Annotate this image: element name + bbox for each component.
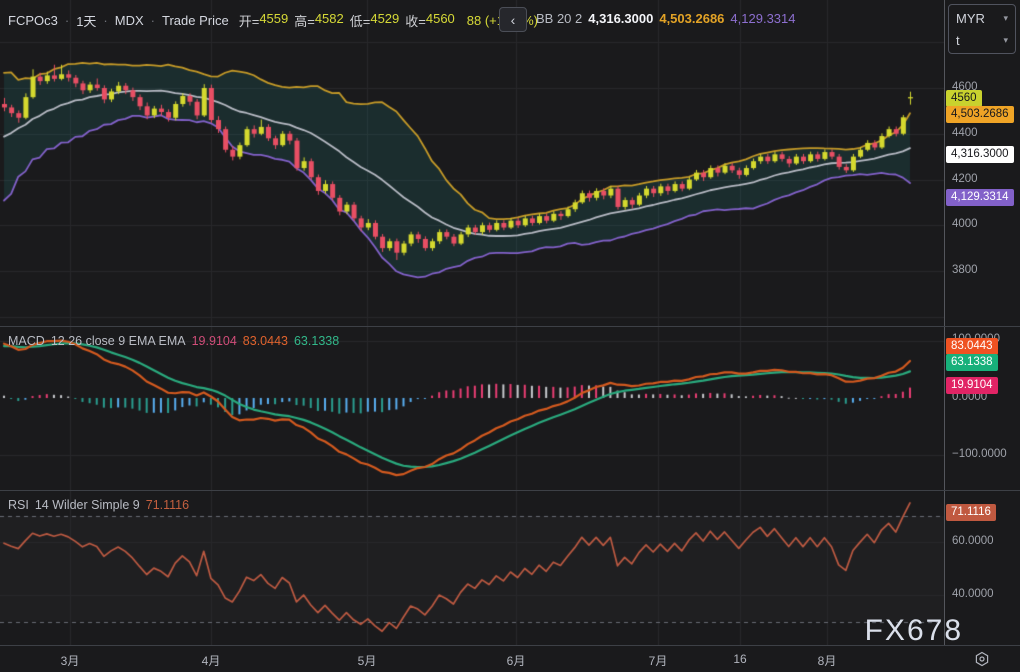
axis-price-badge: 83.0443 [946,338,998,355]
bb-title: BB 20 2 [536,11,582,26]
axis-tick-label: 3800 [952,264,978,276]
time-axis-label: 8月 [818,652,837,669]
axis-price-badge: 71.1116 [946,504,996,521]
macd-signal-value: 63.1338 [294,334,339,348]
macd-title: MACD [8,334,45,348]
legend-collapse-button[interactable]: ‹ [499,7,527,32]
macd-pane-canvas[interactable] [0,326,944,490]
bollinger-legend: BB 20 2 4,316.3000 4,503.2686 4,129.3314 [536,11,796,26]
legend-separator: · [65,13,69,28]
axis-tick-label: 4200 [952,173,978,185]
time-axis[interactable]: 3月 4月 5月 6月 7月 16 8月 [0,646,1020,672]
rsi-legend: RSI 14 Wilder Simple 9 71.1116 [8,498,189,512]
unit-value: t [956,33,960,48]
axis-tick-label: 60.0000 [952,535,994,547]
ohlc-item: 开=4559 [239,11,289,30]
ohlc-item: 高=4582 [294,11,344,30]
chevron-down-icon: ▾ [1003,35,1008,46]
axis-unit-box: MYR ▾ t ▾ [948,4,1016,54]
rsi-value: 71.1116 [146,498,189,512]
time-axis-label: 7月 [649,652,668,669]
ohlc-item: 低=4529 [350,11,400,30]
time-axis-label: 5月 [358,652,377,669]
fx678-watermark: FX678 [865,614,963,648]
unit-dropdown[interactable]: t ▾ [949,30,1015,50]
ohlc-label: 收= [405,11,426,30]
rsi-pane-canvas[interactable] [0,490,944,645]
axis-tick-label: 4000 [952,218,978,230]
price-pane-canvas[interactable] [0,0,944,326]
time-axis-settings-icon[interactable] [974,651,990,667]
interval-label: 1天 [76,11,96,30]
bb-upper-value: 4,503.2686 [659,11,724,26]
ohlc-label: 高= [294,11,315,30]
ohlc-value: 4582 [315,11,344,30]
ohlc-item: 收=4560 [405,11,455,30]
ohlc-value: 4529 [370,11,399,30]
pane-separator-rsi[interactable] [0,490,1020,491]
axis-price-badge: 4,503.2686 [946,106,1014,123]
axis-price-badge: 4560 [946,90,982,107]
time-axis-label: 16 [733,652,746,666]
axis-price-badge: 19.9104 [946,377,998,394]
axis-price-badge: 63.1338 [946,354,998,371]
ohlc-value: 4560 [426,11,455,30]
chevron-down-icon: ▾ [1003,13,1008,24]
ohlc-label: 低= [350,11,371,30]
currency-value: MYR [956,11,985,26]
axis-tick-label: 4400 [952,127,978,139]
time-axis-label: 3月 [61,652,80,669]
legend-separator: · [151,13,155,28]
axis-price-badge: 4,129.3314 [946,189,1014,206]
macd-params: 12 26 close 9 EMA EMA [51,334,186,348]
macd-hist-value: 19.9104 [192,334,237,348]
macd-line-value: 83.0443 [243,334,288,348]
price-legend: FCPOc3 · 1天 · MDX · Trade Price 开=4559 高=… [8,11,538,30]
macd-legend: MACD 12 26 close 9 EMA EMA 19.9104 83.04… [8,334,339,348]
price-axis[interactable]: 46004400420040003800100.00000.0000−100.0… [945,0,1020,645]
time-axis-label: 6月 [507,652,526,669]
price-type-label: Trade Price [162,13,229,28]
ohlc-value: 4559 [259,11,288,30]
rsi-title: RSI [8,498,29,512]
axis-tick-label: −100.0000 [952,448,1007,460]
axis-price-badge: 4,316.3000 [946,146,1014,163]
time-axis-label: 4月 [202,652,221,669]
axis-tick-label: 40.0000 [952,588,994,600]
ohlc-label: 开= [239,11,260,30]
rsi-params: 14 Wilder Simple 9 [35,498,140,512]
ohlc-values: 开=4559 高=4582 低=4529 收=4560 [239,11,461,30]
pane-separator-macd[interactable] [0,326,1020,327]
exchange-label: MDX [115,13,144,28]
currency-dropdown[interactable]: MYR ▾ [949,8,1015,28]
bb-lower-value: 4,129.3314 [730,11,795,26]
trading-chart: FCPOc3 · 1天 · MDX · Trade Price 开=4559 高=… [0,0,1020,672]
bb-basis-value: 4,316.3000 [588,11,653,26]
symbol-title: FCPOc3 [8,13,58,28]
legend-separator: · [103,13,107,28]
